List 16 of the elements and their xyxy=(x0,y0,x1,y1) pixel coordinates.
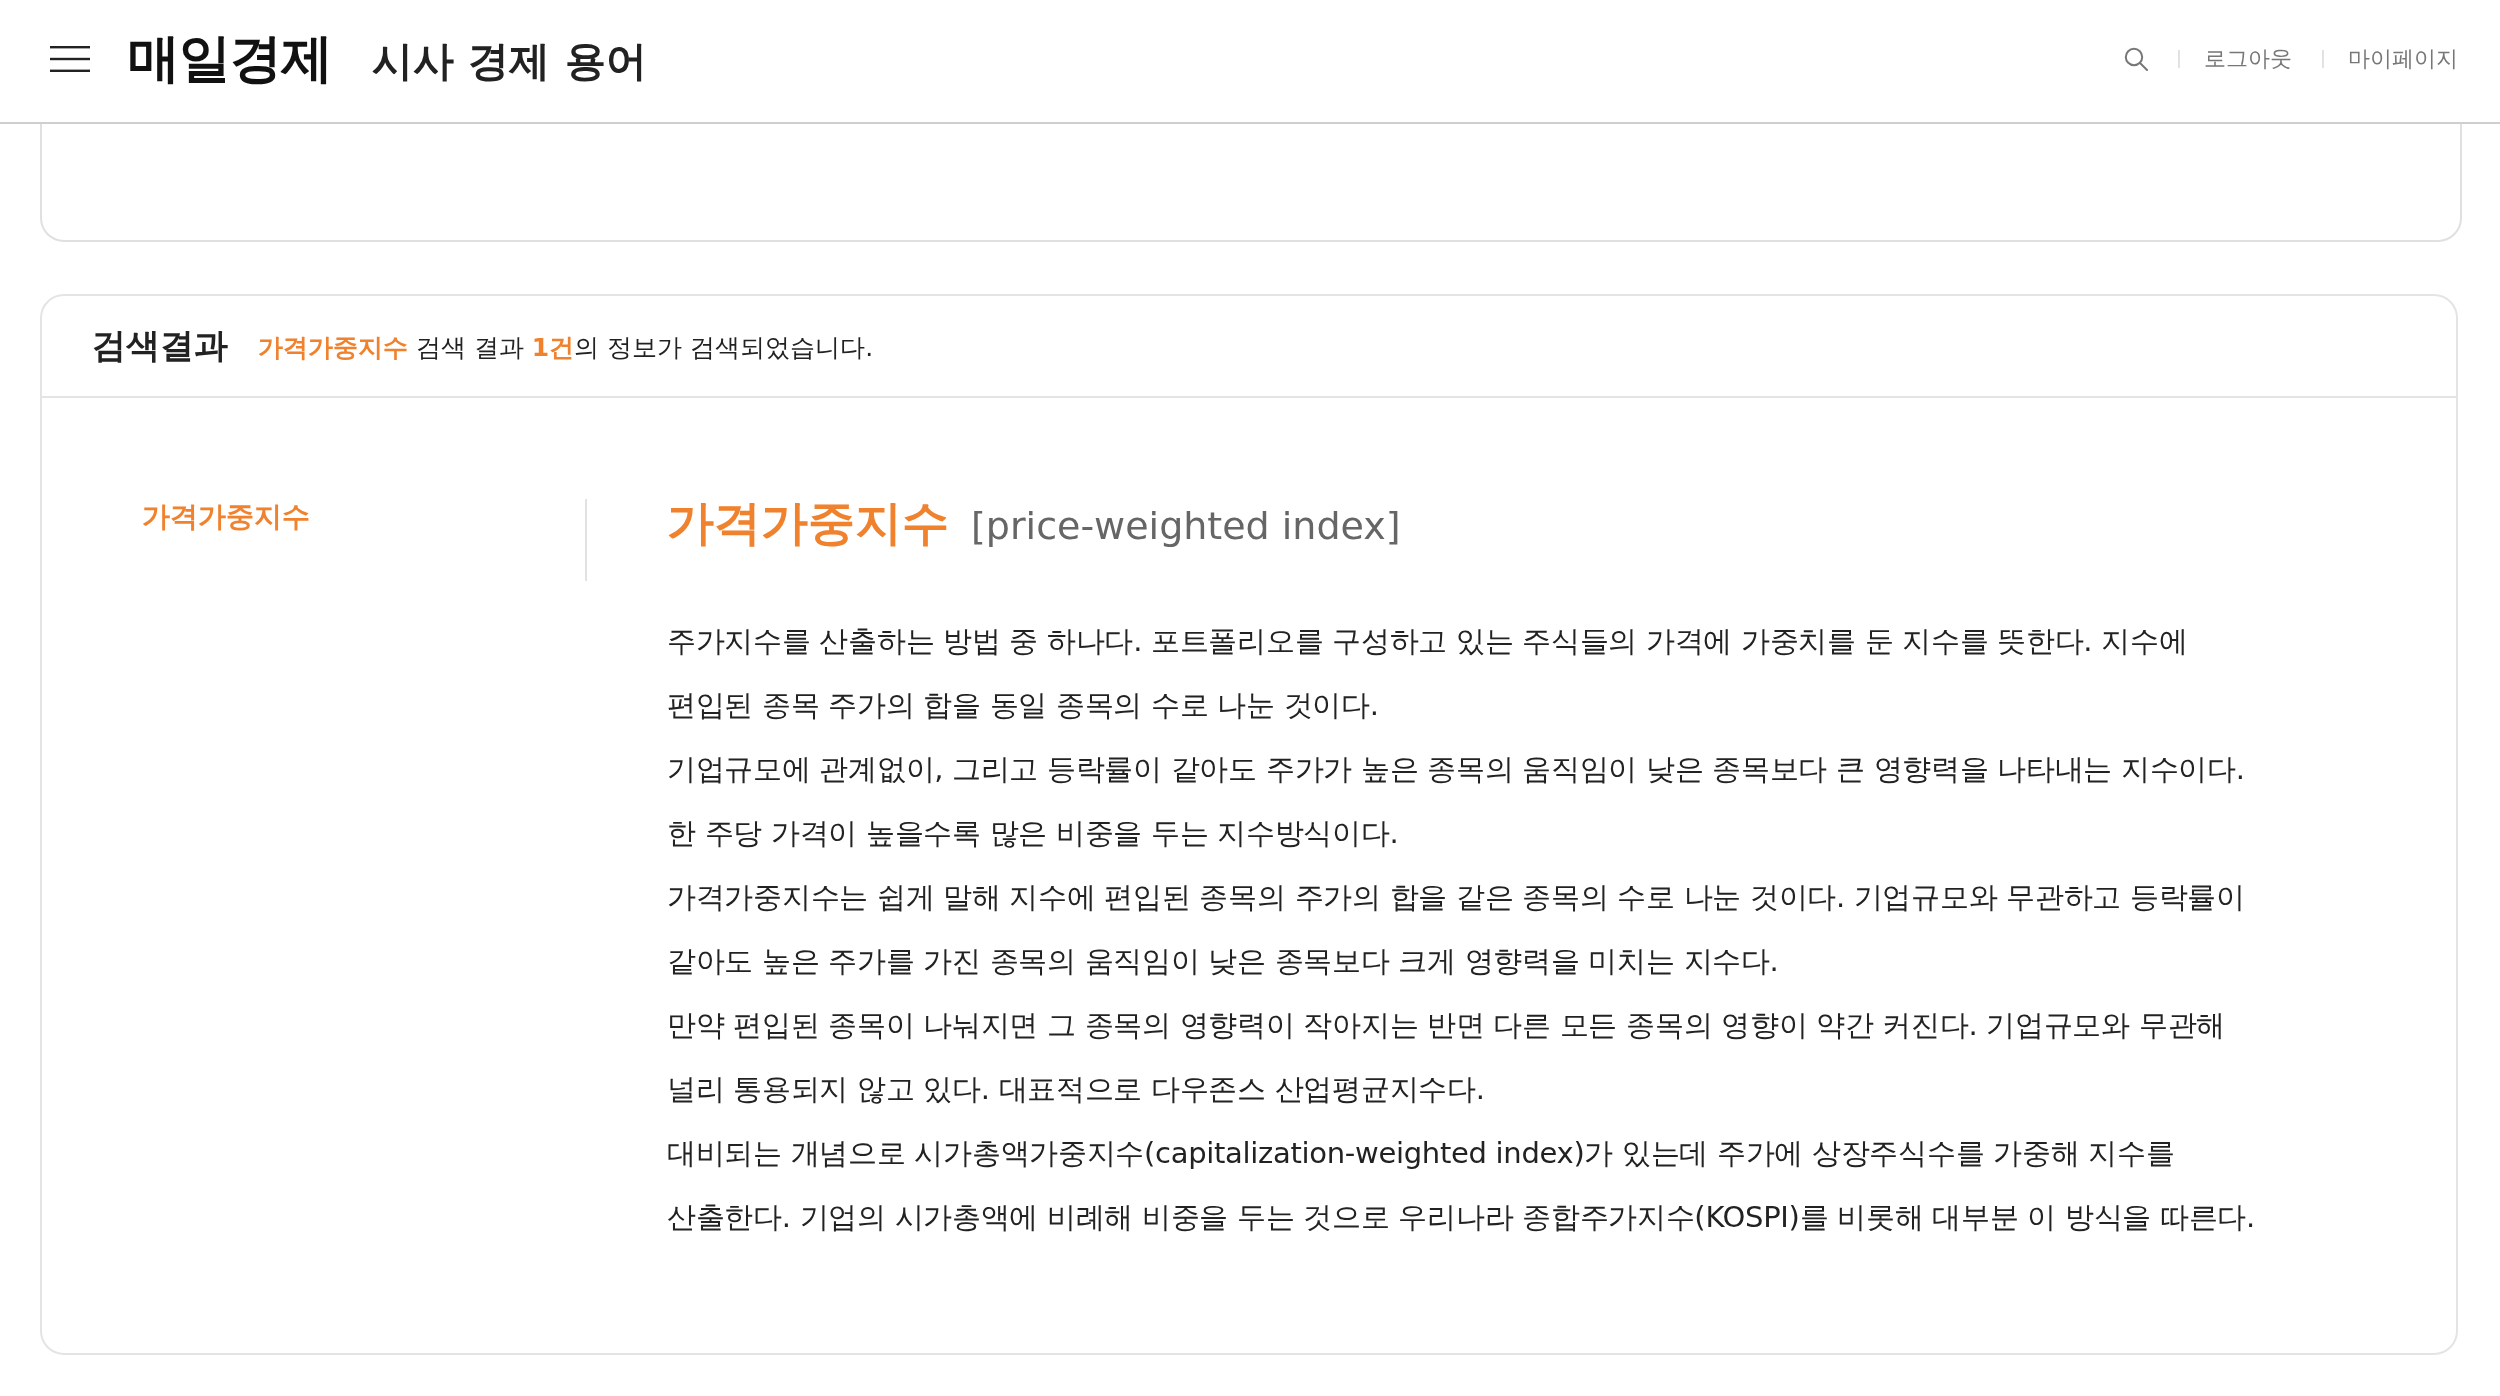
result-summary: 가격가중지수 검색 결과 1건의 정보가 검색되었습니다. xyxy=(258,331,874,364)
definition-paragraph: 주가지수를 산출하는 방법 중 하나다. 포트폴리오를 구성하고 있는 주식들의 가격에 가중치를 둔 지수를 뜻한다. 지수에 편입된 종목 주가의 합을 동일 종목의 수로 나눈 것이다. xyxy=(667,623,2189,724)
definition-paragraph: 대비되는 개념으로 시가총액가중지수(capitalization-weighted index)가 있는데 주가에 상장주식수를 가중해 지수를 산출한다. 기업의 시가총액에 비례해 비중을 두는 것으로 우리나라 종합주가지수(KOSPI)를 비롯해 대부분 이 방식을 따른다. xyxy=(667,1135,2256,1236)
logo[interactable]: 매일경제 xyxy=(128,24,332,94)
definition-paragraph: 가격가중지수는 쉽게 말해 지수에 편입된 종목의 주가의 합을 같은 종목의 수로 나눈 것이다. 기업규모와 무관하고 등락률이 같아도 높은 주가를 가진 종목의 움직임이 낮은 종목보다 크게 영향력을 미치는 지수다. xyxy=(667,879,2246,980)
term-english: [price-weighted index] xyxy=(971,504,1401,548)
term-title: 가격가중지수 xyxy=(667,494,949,552)
nav-link[interactable]: 로그아웃 xyxy=(2204,44,2292,74)
definition-paragraph: 기업규모에 관계없이, 그리고 등락률이 같아도 주가가 높은 종목의 움직임이 낮은 종목보다 큰 영향력을 나타내는 지수이다. 한 주당 가격이 높을수록 많은 비중을 두는 지수방식이다. xyxy=(667,751,2246,852)
search-icon[interactable] xyxy=(2124,47,2148,71)
result-heading: 검색결과 xyxy=(92,324,228,367)
section-title: 시사 경제 용어 xyxy=(372,35,647,87)
definition-paragraph: 만약 편입된 종목이 나눠지면 그 종목의 영향력이 작아지는 반면 다른 모든 종목의 영향이 약간 커진다. 기업규모와 무관해 널리 통용되지 않고 있다. 대표적으로 다우존스 산업평균지수다. xyxy=(667,1007,2226,1108)
menu-icon[interactable] xyxy=(50,46,90,72)
nav-link[interactable]: 마이페이지 xyxy=(2348,44,2458,74)
term-link[interactable]: 가격가중지수 xyxy=(142,497,310,537)
